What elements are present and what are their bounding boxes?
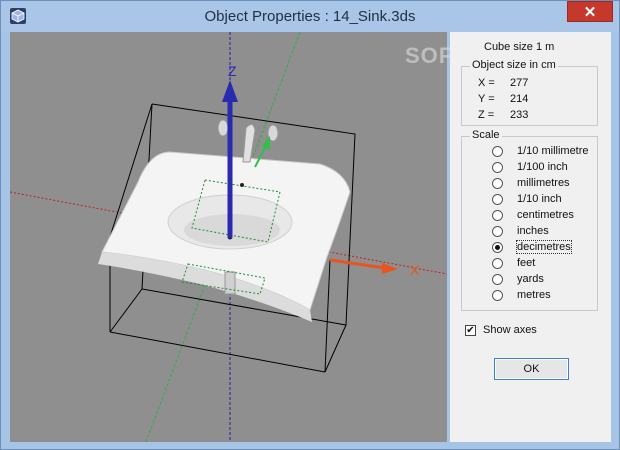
close-icon: ✕ bbox=[583, 3, 597, 21]
show-axes-label[interactable]: Show axes bbox=[483, 324, 537, 336]
scale-option-label: metres bbox=[517, 289, 551, 301]
radio-icon[interactable] bbox=[492, 289, 503, 301]
scale-option-label: 1/10 millimetre bbox=[517, 145, 589, 157]
scale-option-label: centimetres bbox=[517, 209, 574, 221]
title-bar[interactable]: Object Properties : 14_Sink.3ds ✕ bbox=[1, 1, 619, 31]
x-size-label: X = bbox=[478, 77, 495, 89]
radio-icon[interactable] bbox=[492, 225, 503, 237]
scale-option-inches[interactable]: inches bbox=[492, 223, 549, 239]
scale-option-label: feet bbox=[517, 257, 536, 269]
scale-option-yards[interactable]: yards bbox=[492, 271, 544, 287]
x-axis-label: X bbox=[410, 262, 420, 278]
scale-option-millimetres[interactable]: millimetres bbox=[492, 175, 570, 191]
close-button[interactable]: ✕ bbox=[567, 1, 613, 22]
object-size-title: Object size in cm bbox=[470, 59, 558, 71]
x-size-value: 277 bbox=[510, 77, 529, 89]
scale-option-label: millimetres bbox=[517, 177, 570, 189]
scale-option-feet[interactable]: feet bbox=[492, 255, 535, 271]
z-size-label: Z = bbox=[478, 109, 495, 121]
ok-button[interactable]: OK bbox=[494, 358, 569, 380]
scale-option-label: 1/10 inch bbox=[517, 193, 562, 205]
radio-icon-selected[interactable] bbox=[492, 241, 503, 253]
radio-icon[interactable] bbox=[492, 209, 503, 221]
scale-title: Scale bbox=[470, 129, 502, 141]
3d-viewport[interactable]: Z X bbox=[10, 32, 447, 442]
scale-option-label: 1/100 inch bbox=[517, 161, 568, 173]
scale-option-label: decimetres bbox=[516, 240, 572, 254]
y-size-label: Y = bbox=[478, 93, 495, 105]
window-title: Object Properties : 14_Sink.3ds bbox=[204, 8, 416, 25]
scale-option-hundredth-inch[interactable]: 1/100 inch bbox=[492, 159, 568, 175]
radio-icon[interactable] bbox=[492, 177, 503, 189]
object-size-group: Object size in cm X = 277 Y = 214 Z = 23… bbox=[461, 59, 598, 126]
scale-option-tenth-mm[interactable]: 1/10 millimetre bbox=[492, 143, 589, 159]
scale-option-metres[interactable]: metres bbox=[492, 287, 551, 303]
show-axes-checkbox[interactable]: ✔ bbox=[465, 325, 476, 336]
radio-icon[interactable] bbox=[492, 273, 503, 285]
z-size-value: 233 bbox=[510, 109, 529, 121]
z-axis-label: Z bbox=[228, 63, 237, 79]
scale-group: Scale 1/10 millimetre 1/100 inch millime… bbox=[461, 129, 598, 311]
properties-panel: Cube size 1 m Object size in cm X = 277 … bbox=[450, 32, 611, 442]
scale-option-label: inches bbox=[517, 225, 549, 237]
radio-icon[interactable] bbox=[492, 145, 503, 157]
radio-icon[interactable] bbox=[492, 161, 503, 173]
y-size-value: 214 bbox=[510, 93, 529, 105]
checkmark-icon: ✔ bbox=[466, 325, 475, 336]
object-properties-window: Object Properties : 14_Sink.3ds ✕ Z X Cu… bbox=[0, 0, 620, 450]
scale-option-label: yards bbox=[517, 273, 544, 285]
scale-option-decimetres[interactable]: decimetres bbox=[492, 239, 572, 255]
sink-3d-scene[interactable]: Z X bbox=[10, 32, 447, 442]
radio-dot-icon bbox=[495, 244, 500, 250]
radio-icon[interactable] bbox=[492, 193, 503, 205]
cube-size-label: Cube size 1 m bbox=[484, 41, 555, 53]
scale-option-tenth-inch[interactable]: 1/10 inch bbox=[492, 191, 562, 207]
radio-icon[interactable] bbox=[492, 257, 503, 269]
scale-option-centimetres[interactable]: centimetres bbox=[492, 207, 574, 223]
